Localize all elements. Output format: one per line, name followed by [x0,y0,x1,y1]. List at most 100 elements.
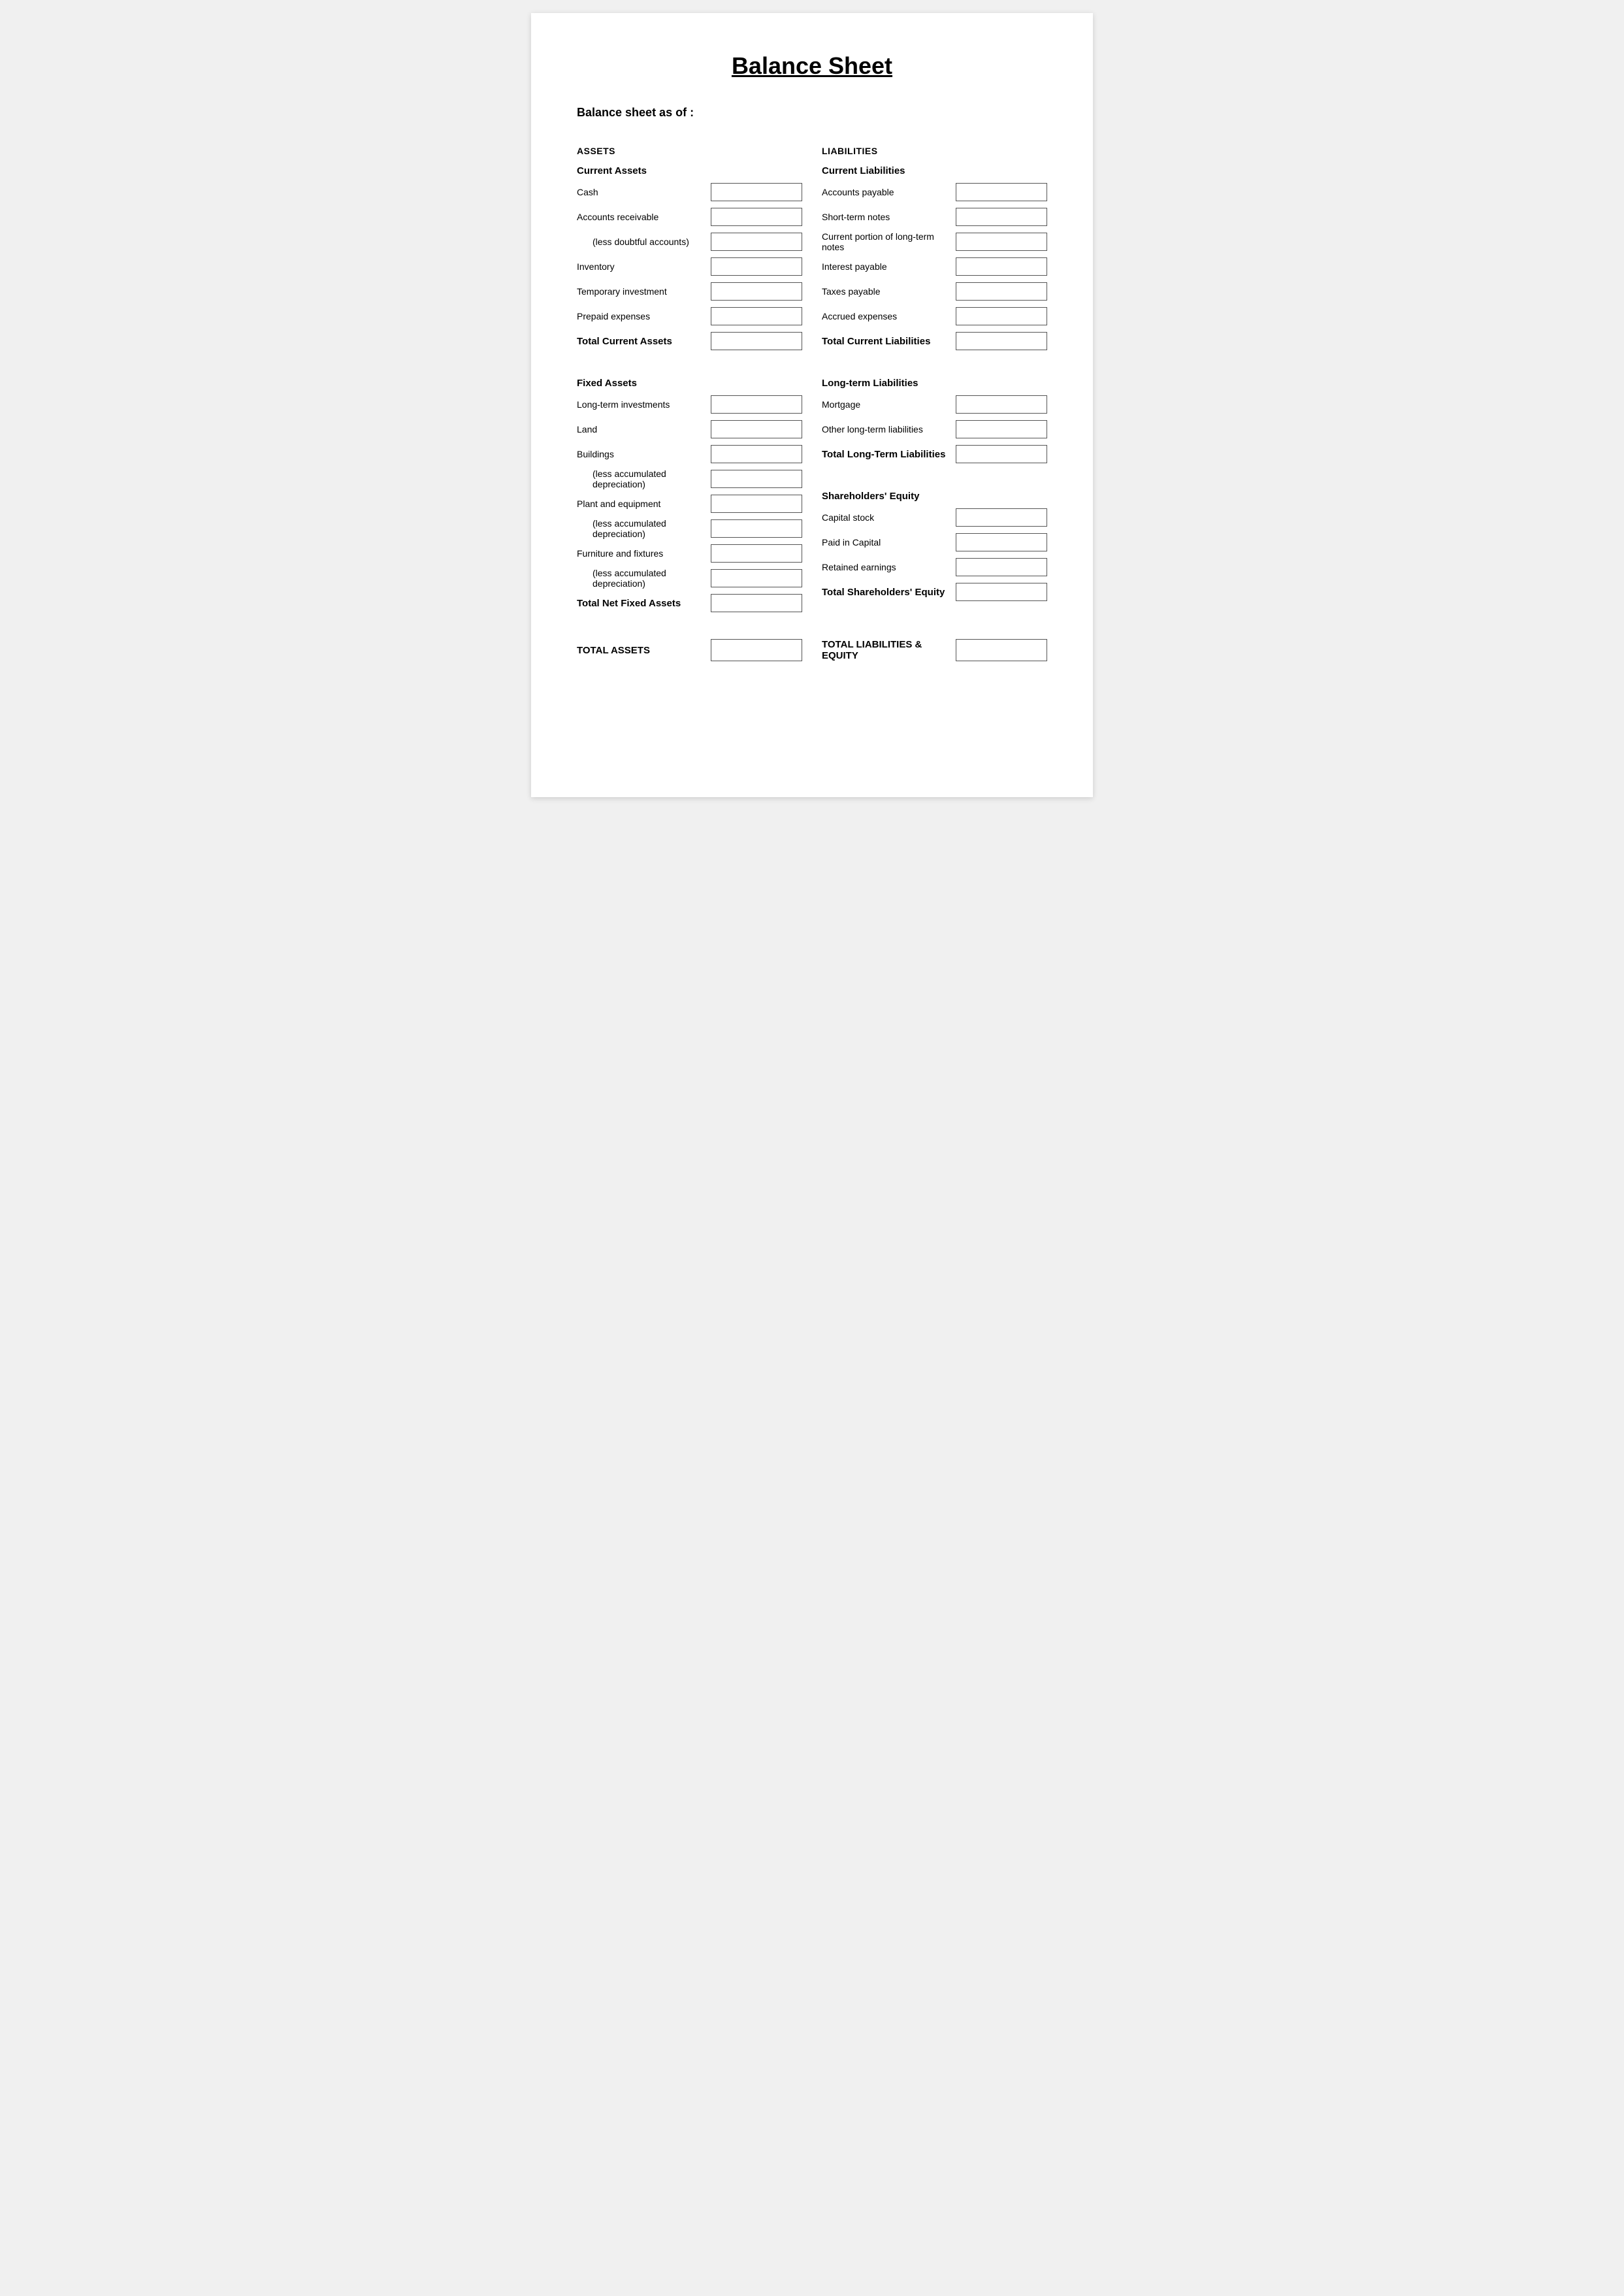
current-portion-longterm-label: Current portion of long-term notes [822,231,956,252]
retained-earnings-input[interactable] [956,558,1047,576]
total-net-fixed-assets-row: Total Net Fixed Assets [577,593,802,614]
cash-label: Cash [577,187,711,197]
interest-payable-label: Interest payable [822,261,956,272]
less-accum-dep-furniture-input[interactable] [711,569,802,587]
interest-payable-input[interactable] [956,257,1047,276]
accounts-payable-row: Accounts payable [822,182,1047,203]
total-assets-row: TOTAL ASSETS [577,637,802,663]
total-current-assets-label: Total Current Assets [577,336,711,347]
capital-stock-label: Capital stock [822,512,956,523]
less-accum-dep-plant-row: (less accumulated depreciation) [577,518,802,539]
mortgage-row: Mortgage [822,394,1047,415]
less-accum-dep-buildings-row: (less accumulated depreciation) [577,468,802,489]
prepaid-expenses-input[interactable] [711,307,802,325]
total-assets-input[interactable] [711,639,802,661]
land-input[interactable] [711,420,802,438]
short-term-notes-input[interactable] [956,208,1047,226]
less-accum-dep-furniture-row: (less accumulated depreciation) [577,568,802,589]
paid-in-capital-input[interactable] [956,533,1047,551]
grand-totals: TOTAL ASSETS TOTAL LIABILITIES & EQUITY [577,637,1047,663]
less-accum-dep-furniture-label: (less accumulated depreciation) [577,568,711,589]
furniture-fixtures-input[interactable] [711,544,802,563]
longterm-investments-row: Long-term investments [577,394,802,415]
less-doubtful-label: (less doubtful accounts) [577,237,711,247]
less-accum-dep-plant-label: (less accumulated depreciation) [577,518,711,539]
assets-column: ASSETS Current Assets Cash Accounts rece… [577,146,815,617]
taxes-payable-label: Taxes payable [822,286,956,297]
accrued-expenses-row: Accrued expenses [822,306,1047,327]
current-assets-header: Current Assets [577,165,802,176]
total-current-liabilities-label: Total Current Liabilities [822,336,956,347]
short-term-notes-row: Short-term notes [822,206,1047,227]
equity-header: Shareholders' Equity [822,491,1047,502]
less-accum-dep-buildings-input[interactable] [711,470,802,488]
total-equity-label: Total Shareholders' Equity [822,587,956,598]
total-assets-label: TOTAL ASSETS [577,645,711,656]
other-longterm-label: Other long-term liabilities [822,424,956,435]
page-title: Balance Sheet [577,52,1047,80]
plant-equipment-label: Plant and equipment [577,499,711,509]
retained-earnings-label: Retained earnings [822,562,956,572]
accrued-expenses-input[interactable] [956,307,1047,325]
short-term-notes-label: Short-term notes [822,212,956,222]
assets-section-header: ASSETS [577,146,802,156]
accounts-receivable-input[interactable] [711,208,802,226]
buildings-label: Buildings [577,449,711,459]
inventory-row: Inventory [577,256,802,277]
prepaid-expenses-row: Prepaid expenses [577,306,802,327]
total-liabilities-equity-label: TOTAL LIABILITIES & EQUITY [822,639,956,661]
total-equity-row: Total Shareholders' Equity [822,582,1047,602]
retained-earnings-row: Retained earnings [822,557,1047,578]
other-longterm-row: Other long-term liabilities [822,419,1047,440]
buildings-input[interactable] [711,445,802,463]
longterm-investments-label: Long-term investments [577,399,711,410]
total-current-assets-row: Total Current Assets [577,331,802,352]
fixed-assets-header: Fixed Assets [577,378,802,389]
cash-row: Cash [577,182,802,203]
total-liabilities-equity-row: TOTAL LIABILITIES & EQUITY [822,637,1047,663]
total-net-fixed-assets-label: Total Net Fixed Assets [577,598,711,609]
total-longterm-liabilities-row: Total Long-Term Liabilities [822,444,1047,465]
page: Balance Sheet Balance sheet as of : ASSE… [531,13,1093,797]
temporary-investment-input[interactable] [711,282,802,301]
plant-equipment-input[interactable] [711,495,802,513]
furniture-fixtures-label: Furniture and fixtures [577,548,711,559]
current-liabilities-header: Current Liabilities [822,165,1047,176]
cash-input[interactable] [711,183,802,201]
less-doubtful-input[interactable] [711,233,802,251]
total-net-fixed-assets-input[interactable] [711,594,802,612]
current-portion-longterm-row: Current portion of long-term notes [822,231,1047,252]
plant-equipment-row: Plant and equipment [577,493,802,514]
less-accum-dep-buildings-label: (less accumulated depreciation) [577,468,711,489]
total-liabilities-equity-col: TOTAL LIABILITIES & EQUITY [815,637,1047,663]
taxes-payable-input[interactable] [956,282,1047,301]
subtitle: Balance sheet as of : [577,106,1047,120]
paid-in-capital-row: Paid in Capital [822,532,1047,553]
inventory-input[interactable] [711,257,802,276]
mortgage-input[interactable] [956,395,1047,414]
capital-stock-input[interactable] [956,508,1047,527]
main-content: ASSETS Current Assets Cash Accounts rece… [577,146,1047,617]
longterm-liabilities-header: Long-term Liabilities [822,378,1047,389]
inventory-label: Inventory [577,261,711,272]
total-current-assets-input[interactable] [711,332,802,350]
capital-stock-row: Capital stock [822,507,1047,528]
prepaid-expenses-label: Prepaid expenses [577,311,711,321]
total-equity-input[interactable] [956,583,1047,601]
total-liabilities-equity-input[interactable] [956,639,1047,661]
other-longterm-input[interactable] [956,420,1047,438]
accounts-receivable-label: Accounts receivable [577,212,711,222]
longterm-investments-input[interactable] [711,395,802,414]
accounts-payable-input[interactable] [956,183,1047,201]
land-label: Land [577,424,711,435]
less-accum-dep-plant-input[interactable] [711,519,802,538]
total-longterm-liabilities-input[interactable] [956,445,1047,463]
less-doubtful-row: (less doubtful accounts) [577,231,802,252]
total-longterm-liabilities-label: Total Long-Term Liabilities [822,449,956,460]
accounts-receivable-row: Accounts receivable [577,206,802,227]
accrued-expenses-label: Accrued expenses [822,311,956,321]
land-row: Land [577,419,802,440]
liabilities-section-header: LIABILITIES [822,146,1047,156]
current-portion-longterm-input[interactable] [956,233,1047,251]
total-current-liabilities-input[interactable] [956,332,1047,350]
